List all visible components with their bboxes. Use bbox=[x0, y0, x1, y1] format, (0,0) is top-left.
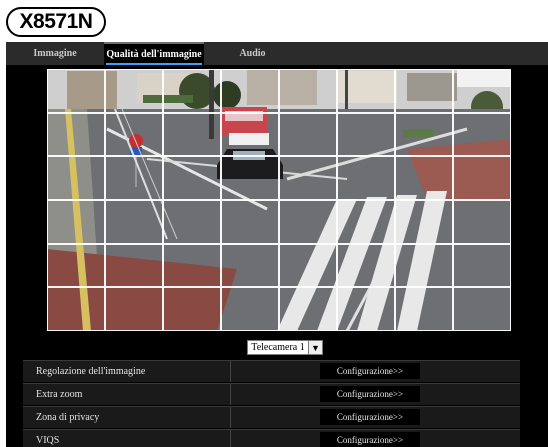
configure-zona-privacy-button[interactable]: Configurazione>> bbox=[320, 409, 420, 425]
tab-qualita-immagine[interactable]: Qualità dell'immagine bbox=[104, 42, 204, 65]
grid-cell[interactable] bbox=[105, 287, 163, 331]
grid-cell[interactable] bbox=[163, 156, 221, 200]
grid-cell[interactable] bbox=[221, 287, 279, 331]
grid-cell[interactable] bbox=[47, 287, 105, 331]
configure-viqs-button[interactable]: Configurazione>> bbox=[320, 432, 420, 447]
grid-cell[interactable] bbox=[395, 243, 453, 288]
grid-cell[interactable] bbox=[337, 156, 395, 200]
grid-cell[interactable] bbox=[105, 200, 163, 244]
grid-cell[interactable] bbox=[105, 69, 163, 113]
tab-immagine[interactable]: Immagine bbox=[6, 42, 104, 65]
grid-cell[interactable] bbox=[453, 156, 511, 200]
settings-row-label: VIQS bbox=[36, 435, 60, 446]
row-divider bbox=[230, 361, 231, 382]
grid-cell[interactable] bbox=[395, 112, 453, 157]
grid-cell[interactable] bbox=[47, 112, 105, 157]
grid-cell[interactable] bbox=[279, 200, 337, 244]
grid-cell[interactable] bbox=[279, 112, 337, 157]
grid-cell[interactable] bbox=[163, 243, 221, 288]
settings-page: X8571N Immagine Qualità dell'immagine Au… bbox=[0, 0, 548, 447]
grid-cell[interactable] bbox=[163, 69, 221, 113]
row-divider bbox=[230, 407, 231, 428]
grid-cell[interactable] bbox=[163, 200, 221, 244]
grid-cell[interactable] bbox=[395, 287, 453, 331]
grid-cell[interactable] bbox=[163, 112, 221, 157]
grid-cell[interactable] bbox=[221, 243, 279, 288]
grid-cell[interactable] bbox=[279, 156, 337, 200]
grid-cell[interactable] bbox=[47, 69, 105, 113]
tab-bar: Immagine Qualità dell'immagine Audio bbox=[6, 42, 548, 65]
grid-cell[interactable] bbox=[279, 287, 337, 331]
grid-cell[interactable] bbox=[453, 243, 511, 288]
row-divider bbox=[230, 430, 231, 447]
grid-cell[interactable] bbox=[279, 69, 337, 113]
grid-cell[interactable] bbox=[395, 69, 453, 113]
grid-cell[interactable] bbox=[47, 156, 105, 200]
grid-cell[interactable] bbox=[105, 112, 163, 157]
settings-row-regolazione: Regolazione dell'immagine Configurazione… bbox=[23, 360, 520, 382]
grid-cell[interactable] bbox=[47, 243, 105, 288]
grid-cell[interactable] bbox=[337, 69, 395, 113]
settings-row-label: Regolazione dell'immagine bbox=[36, 366, 146, 377]
grid-cell[interactable] bbox=[221, 69, 279, 113]
grid-cell[interactable] bbox=[163, 287, 221, 331]
settings-row-label: Extra zoom bbox=[36, 389, 83, 400]
settings-row-zona-privacy: Zona di privacy Configurazione>> bbox=[23, 406, 520, 428]
settings-row-label: Zona di privacy bbox=[36, 412, 100, 423]
grid-cell[interactable] bbox=[337, 112, 395, 157]
grid-cell[interactable] bbox=[105, 243, 163, 288]
configure-extra-zoom-button[interactable]: Configurazione>> bbox=[320, 386, 420, 402]
tab-audio[interactable]: Audio bbox=[204, 42, 301, 65]
configure-regolazione-button[interactable]: Configurazione>> bbox=[320, 363, 420, 379]
grid-cell[interactable] bbox=[221, 112, 279, 157]
chevron-down-icon[interactable]: ▼ bbox=[308, 341, 322, 354]
settings-row-extra-zoom: Extra zoom Configurazione>> bbox=[23, 383, 520, 405]
grid-cell[interactable] bbox=[453, 112, 511, 157]
grid-cell[interactable] bbox=[337, 243, 395, 288]
grid-cell[interactable] bbox=[453, 200, 511, 244]
grid-cell[interactable] bbox=[279, 243, 337, 288]
grid-cell[interactable] bbox=[337, 287, 395, 331]
camera-image bbox=[47, 69, 511, 331]
main-panel: Telecamera 1 ▼ Regolazione dell'immagine… bbox=[6, 65, 548, 447]
camera-select-value: Telecamera 1 bbox=[251, 342, 305, 353]
row-divider bbox=[230, 384, 231, 405]
settings-list: Regolazione dell'immagine Configurazione… bbox=[23, 360, 520, 447]
grid-cell[interactable] bbox=[47, 200, 105, 244]
grid-cell[interactable] bbox=[221, 200, 279, 244]
grid-cell[interactable] bbox=[453, 69, 511, 113]
grid-cell[interactable] bbox=[395, 156, 453, 200]
grid-cell[interactable] bbox=[453, 287, 511, 331]
settings-row-viqs: VIQS Configurazione>> bbox=[23, 429, 520, 447]
grid-cell[interactable] bbox=[337, 200, 395, 244]
grid-cell[interactable] bbox=[105, 156, 163, 200]
grid-cell[interactable] bbox=[395, 200, 453, 244]
model-logo: X8571N bbox=[6, 7, 106, 37]
camera-select[interactable]: Telecamera 1 ▼ bbox=[247, 340, 323, 355]
grid-cell[interactable] bbox=[221, 156, 279, 200]
